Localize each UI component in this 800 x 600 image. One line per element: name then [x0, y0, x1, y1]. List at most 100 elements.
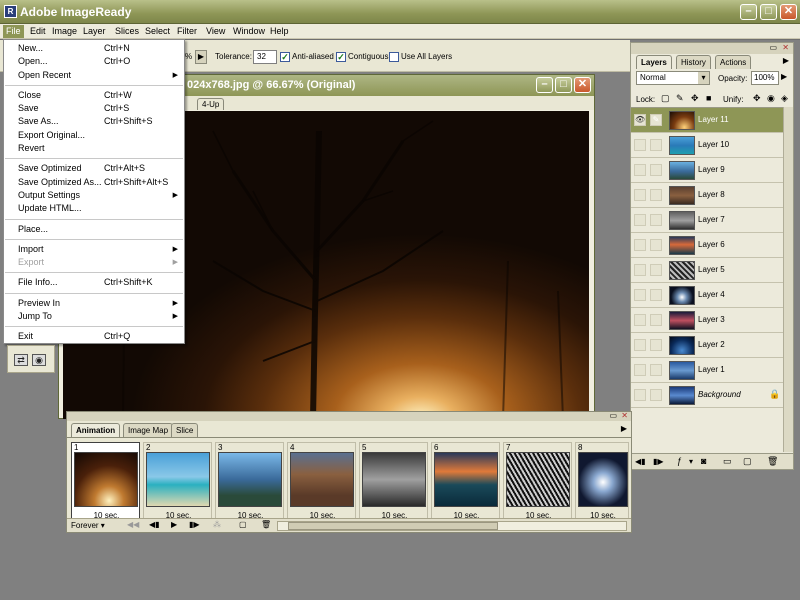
delete-frame-icon[interactable]: 🗑	[261, 520, 271, 529]
menu-layer[interactable]: Layer	[80, 25, 109, 38]
doc-close-button[interactable]: ✕	[574, 77, 591, 93]
menu-image[interactable]: Image	[49, 25, 80, 38]
first-frame-icon[interactable]: ◀◀	[127, 520, 139, 529]
tab-actions[interactable]: Actions	[715, 55, 752, 69]
link-toggle[interactable]	[650, 164, 662, 176]
menu-item-save[interactable]: Save Ctrl+S	[4, 102, 184, 115]
tab-layers[interactable]: Layers	[636, 55, 672, 69]
layer-mask-icon[interactable]: ◙	[701, 456, 706, 466]
menu-item-import[interactable]: Import ▶	[4, 243, 184, 256]
visibility-toggle[interactable]	[634, 289, 646, 301]
panel-header[interactable]: ▭ ✕	[631, 43, 793, 54]
close-icon[interactable]: ✕	[621, 411, 628, 420]
minimize-icon[interactable]: ▭	[609, 411, 617, 420]
link-toggle[interactable]	[650, 214, 662, 226]
visibility-toggle[interactable]	[634, 364, 646, 376]
palette-menu-icon[interactable]: ▶	[621, 424, 627, 433]
doc-minimize-button[interactable]: –	[536, 77, 553, 93]
loop-select[interactable]: Forever ▾	[71, 520, 121, 531]
visibility-toggle[interactable]	[634, 389, 646, 401]
menu-item-output-settings[interactable]: Output Settings ▶	[4, 189, 184, 202]
link-toggle[interactable]	[650, 264, 662, 276]
visibility-toggle[interactable]	[634, 189, 646, 201]
layers-scrollbar[interactable]	[783, 107, 793, 452]
menu-item-update-html[interactable]: Update HTML...	[4, 202, 184, 215]
menu-item-new[interactable]: New... Ctrl+N	[4, 42, 184, 55]
menu-edit[interactable]: Edit	[27, 25, 49, 38]
preview-icon[interactable]: ◉	[32, 354, 46, 366]
menu-filter[interactable]: Filter	[174, 25, 200, 38]
menu-item-open[interactable]: Open... Ctrl+O	[4, 55, 184, 68]
link-toggle[interactable]	[650, 189, 662, 201]
layer-effects-icon[interactable]: ƒ	[677, 456, 682, 466]
lock-paint-icon[interactable]: ✎	[676, 93, 684, 104]
menu-slices[interactable]: Slices	[112, 25, 142, 38]
layer-row[interactable]: Layer 7	[631, 208, 783, 233]
layer-row[interactable]: 👁 ✎ Layer 11	[631, 108, 783, 133]
link-toggle[interactable]	[650, 389, 662, 401]
menu-select[interactable]: Select	[142, 25, 173, 38]
visibility-toggle[interactable]	[634, 164, 646, 176]
visibility-toggle[interactable]	[634, 314, 646, 326]
previous-frame-icon[interactable]: ◀▮	[635, 457, 646, 466]
animation-frame[interactable]: 2 10 sec.	[143, 442, 212, 524]
menu-item-revert[interactable]: Revert	[4, 142, 184, 155]
lock-all-icon[interactable]: ■	[706, 93, 711, 103]
visibility-toggle[interactable]	[634, 239, 646, 251]
tween-icon[interactable]: ⁂	[213, 520, 221, 529]
visibility-toggle[interactable]	[634, 139, 646, 151]
visibility-toggle[interactable]	[634, 339, 646, 351]
frames-scrollbar[interactable]	[277, 521, 627, 531]
unify-visibility-icon[interactable]: ◉	[767, 93, 775, 104]
menu-view[interactable]: View	[203, 25, 228, 38]
menu-help[interactable]: Help	[267, 25, 292, 38]
menu-item-jump-to[interactable]: Jump To ▶	[4, 310, 184, 323]
visibility-toggle[interactable]	[634, 214, 646, 226]
layer-row[interactable]: Layer 4	[631, 283, 783, 308]
scroll-thumb[interactable]	[288, 522, 498, 530]
menu-item-save-optimized-as[interactable]: Save Optimized As... Ctrl+Shift+Alt+S	[4, 176, 184, 189]
menu-item-close[interactable]: Close Ctrl+W	[4, 89, 184, 102]
menu-item-open-recent[interactable]: Open Recent ▶	[4, 69, 184, 82]
animation-frame[interactable]: 7 10 sec.	[503, 442, 572, 524]
palette-header[interactable]: ▭ ✕	[67, 411, 631, 421]
animation-frame[interactable]: 1 10 sec.	[71, 442, 140, 524]
jump-to-photoshop-icon[interactable]: ⇄	[14, 354, 28, 366]
menu-item-place[interactable]: Place...	[4, 223, 184, 236]
minimize-button[interactable]: –	[740, 4, 757, 20]
tab-history[interactable]: History	[676, 55, 711, 69]
maximize-button[interactable]: □	[760, 4, 777, 20]
menu-window[interactable]: Window	[230, 25, 268, 38]
arrow-right-icon[interactable]: ▶	[195, 50, 207, 64]
close-icon[interactable]: ✕	[782, 43, 789, 52]
layer-row[interactable]: Layer 1	[631, 358, 783, 383]
next-frame-icon[interactable]: ▮▶	[653, 457, 664, 466]
layer-row[interactable]: Layer 9	[631, 158, 783, 183]
layer-row[interactable]: Layer 6	[631, 233, 783, 258]
visibility-eye-icon[interactable]: 👁	[634, 114, 646, 126]
menu-item-export-original[interactable]: Export Original...	[4, 129, 184, 142]
menu-item-save-optimized[interactable]: Save Optimized Ctrl+Alt+S	[4, 162, 184, 175]
opacity-input[interactable]: 100%	[751, 71, 779, 85]
new-set-icon[interactable]: ▭	[723, 456, 732, 467]
new-frame-icon[interactable]: ▢	[239, 520, 247, 529]
link-toggle[interactable]	[650, 314, 662, 326]
play-icon[interactable]: ▶	[171, 520, 177, 529]
link-toggle[interactable]	[650, 139, 662, 151]
blend-mode-select[interactable]: Normal ▾	[636, 71, 710, 85]
tab-animation[interactable]: Animation	[71, 423, 121, 437]
visibility-toggle[interactable]	[634, 264, 646, 276]
layer-row[interactable]: Layer 10	[631, 133, 783, 158]
layer-row[interactable]: Layer 8	[631, 183, 783, 208]
menu-item-exit[interactable]: Exit Ctrl+Q	[4, 330, 184, 343]
contiguous-checkbox[interactable]: ✓	[336, 52, 346, 62]
tab-slice[interactable]: Slice	[171, 423, 199, 437]
layer-row[interactable]: Background 🔒	[631, 383, 783, 408]
animation-frame[interactable]: 5 10 sec.	[359, 442, 428, 524]
animation-frame[interactable]: 4 10 sec.	[287, 442, 356, 524]
layer-row[interactable]: Layer 5	[631, 258, 783, 283]
lock-transparency-icon[interactable]: ▢	[661, 93, 670, 104]
layer-row[interactable]: Layer 2	[631, 333, 783, 358]
unify-position-icon[interactable]: ✥	[753, 93, 761, 104]
lock-move-icon[interactable]: ✥	[691, 93, 699, 104]
